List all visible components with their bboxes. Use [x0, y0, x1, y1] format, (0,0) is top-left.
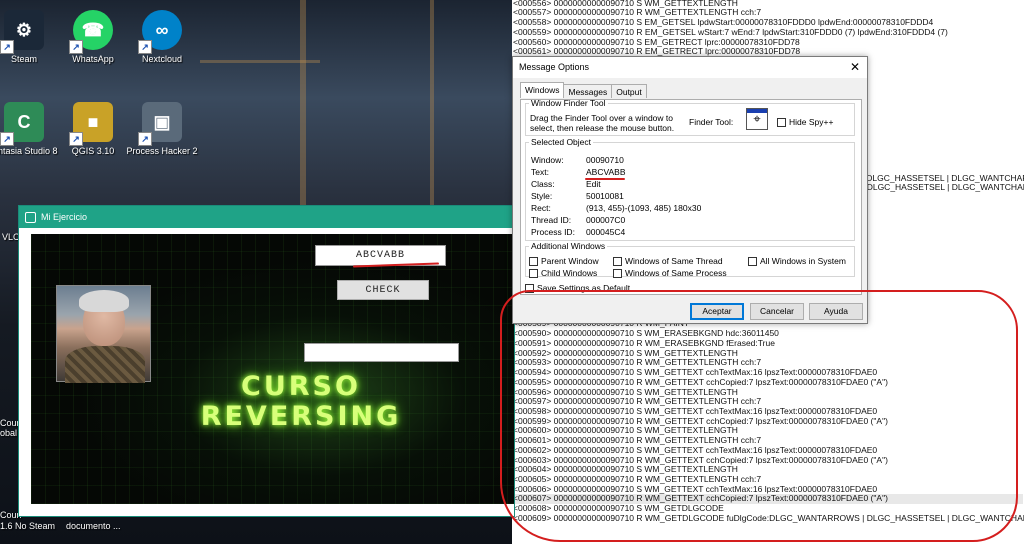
save-default-checkbox[interactable]: Save Settings as Default: [525, 283, 630, 293]
finder-tool-label: Finder Tool:: [689, 117, 734, 127]
checkbox-box[interactable]: [529, 256, 538, 266]
child-windows-label: Child Windows: [541, 268, 598, 278]
field-value-thread-id: 000007C0: [586, 215, 626, 225]
checkbox-box[interactable]: [748, 256, 757, 266]
exercise-window-client: ABCVABB CHECK CURSO REVERSING: [31, 234, 514, 504]
desktop-icon-label: QGIS 3.10: [71, 146, 115, 156]
photo-body: [65, 346, 145, 383]
desktop-icon-label: Nextcloud: [141, 54, 183, 64]
exercise-window[interactable]: Mi Ejercicio ABCVABB CHECK CURSO REVERSI…: [18, 205, 515, 517]
result-text-box[interactable]: [304, 343, 459, 362]
field-label-class: Class:: [531, 179, 555, 189]
tab-windows[interactable]: Windows: [520, 82, 565, 98]
user-photo: [56, 285, 151, 383]
desktop-edge-label[interactable]: VLC: [2, 232, 20, 242]
desktop-icon-whatsapp[interactable]: ☎ WhatsApp: [57, 10, 129, 65]
selected-object-group: Selected Object: [525, 137, 855, 241]
banner-line-1: CURSO: [241, 371, 361, 402]
field-label-window: Window:: [531, 155, 564, 165]
exercise-window-titlebar[interactable]: Mi Ejercicio: [19, 206, 514, 228]
log-line[interactable]: <000609> 00000000000090710 R WM_GETDLGCO…: [513, 513, 1024, 524]
field-value-process-id: 000045C4: [586, 227, 626, 237]
same-thread-label: Windows of Same Thread: [625, 256, 723, 266]
desktop-edge-label[interactable]: documento ...: [66, 521, 121, 531]
desktop-icon-qgis[interactable]: ■ QGIS 3.10: [57, 102, 129, 157]
hide-spy-label: Hide Spy++: [789, 117, 834, 127]
dialog-title: Message Options: [519, 62, 590, 72]
crosshair-icon[interactable]: ⌖: [746, 108, 768, 130]
close-icon[interactable]: ✕: [850, 57, 860, 77]
dialog-tabs: Windows Messages Output: [520, 82, 647, 98]
parent-window-checkbox[interactable]: Parent Window: [529, 256, 599, 266]
checkbox-box[interactable]: [613, 256, 622, 266]
cancel-button[interactable]: Cancelar: [750, 303, 804, 320]
field-value-window: 00090710: [586, 155, 624, 165]
finder-tool-legend: Window Finder Tool: [531, 98, 606, 108]
additional-windows-legend: Additional Windows: [531, 241, 606, 251]
desktop-icon-label: Process Hacker 2: [126, 146, 198, 156]
child-windows-checkbox[interactable]: Child Windows: [529, 268, 597, 278]
selected-object-legend: Selected Object: [531, 137, 592, 147]
message-options-dialog[interactable]: Message Options ✕ Windows Messages Outpu…: [512, 56, 868, 324]
field-label-process-id: Process ID:: [531, 227, 575, 237]
windows-tab-panel: Window Finder Tool Drag the Finder Tool …: [520, 98, 862, 295]
desktop-icon-label: WhatsApp: [72, 54, 114, 64]
parent-window-label: Parent Window: [541, 256, 599, 266]
desktop-icon-label: Steam: [10, 54, 37, 64]
finder-help-text: Drag the Finder Tool over a window to se…: [530, 113, 675, 133]
checkbox-box[interactable]: [525, 283, 534, 293]
tab-messages[interactable]: Messages: [563, 84, 613, 98]
process-hacker-icon: ▣: [138, 102, 182, 146]
desktop-edge-label[interactable]: 1.6 No Steam: [0, 521, 55, 531]
same-process-label: Windows of Same Process: [625, 268, 727, 278]
field-label-thread-id: Thread ID:: [531, 215, 572, 225]
app-icon: [25, 211, 36, 223]
checkbox-box[interactable]: [613, 268, 622, 278]
checkbox-box[interactable]: [529, 268, 538, 278]
field-label-style: Style:: [531, 191, 553, 201]
photo-hair: [79, 290, 129, 312]
check-button[interactable]: CHECK: [337, 280, 429, 300]
desktop-icon-label: amtasia Studio 8: [0, 146, 58, 156]
desktop-icon-steam[interactable]: ⚙ Steam: [0, 10, 60, 65]
background-pillar: [430, 0, 434, 210]
banner-line-2: REVERSING: [200, 401, 402, 432]
field-label-rect: Rect:: [531, 203, 551, 213]
window-title: Mi Ejercicio: [41, 212, 88, 222]
curso-reversing-banner: CURSO REVERSING: [181, 372, 421, 432]
desktop-edge-label: obal: [0, 428, 18, 438]
field-value-rect: (913, 455)-(1093, 485) 180x30: [586, 203, 702, 213]
field-value-text: ABCVABB: [586, 167, 626, 177]
tab-output[interactable]: Output: [611, 84, 647, 98]
dialog-titlebar[interactable]: Message Options ✕: [513, 57, 867, 78]
nextcloud-icon: ∞: [138, 10, 182, 54]
help-button[interactable]: Ayuda: [809, 303, 863, 320]
checkbox-box[interactable]: [777, 117, 786, 127]
field-label-text: Text:: [531, 167, 549, 177]
save-default-label: Save Settings as Default: [537, 283, 631, 293]
same-thread-checkbox[interactable]: Windows of Same Thread: [613, 256, 723, 266]
whatsapp-icon: ☎: [69, 10, 113, 54]
all-windows-checkbox[interactable]: All Windows in System: [748, 256, 846, 266]
desktop-icon-camtasia[interactable]: C amtasia Studio 8: [0, 102, 60, 157]
ok-button[interactable]: Aceptar: [690, 303, 744, 320]
camtasia-icon: C: [0, 102, 44, 146]
all-windows-label: All Windows in System: [760, 256, 846, 266]
folder-icon: ■: [69, 102, 113, 146]
background-beam: [200, 60, 320, 63]
field-value-style: 50010081: [586, 191, 624, 201]
same-process-checkbox[interactable]: Windows of Same Process: [613, 268, 727, 278]
field-value-class: Edit: [586, 179, 601, 189]
steam-icon: ⚙: [0, 10, 44, 54]
desktop-icon-nextcloud[interactable]: ∞ Nextcloud: [126, 10, 198, 65]
background-pillar: [300, 0, 306, 210]
hide-spy-checkbox[interactable]: Hide Spy++: [777, 117, 833, 127]
desktop-icon-process-hacker[interactable]: ▣ Process Hacker 2: [126, 102, 198, 157]
